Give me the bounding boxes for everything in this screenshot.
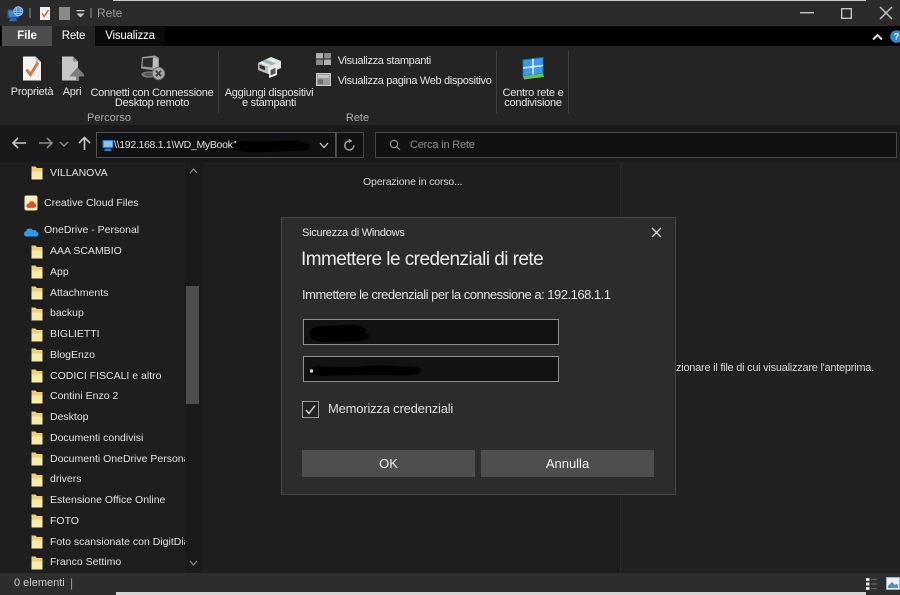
svg-text:?: ?: [894, 32, 900, 42]
